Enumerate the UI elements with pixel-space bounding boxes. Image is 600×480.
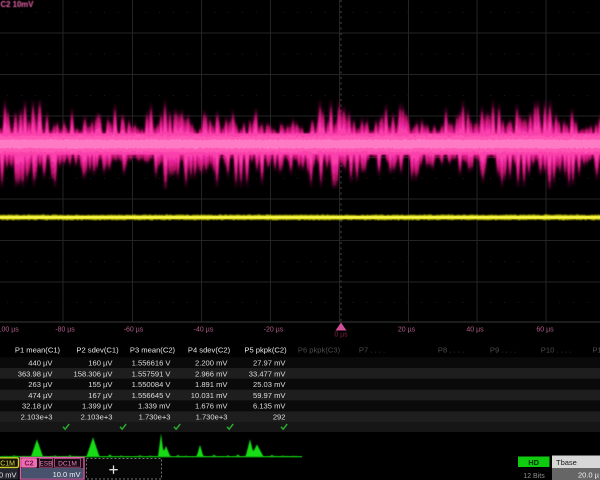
svg-text:1.399 µV: 1.399 µV (82, 402, 113, 411)
svg-text:-60 µs: -60 µs (124, 327, 144, 334)
svg-text:20.0 µ: 20.0 µ (578, 471, 600, 480)
svg-text:167 µV: 167 µV (88, 391, 113, 400)
svg-text:10.031 mV: 10.031 mV (191, 391, 229, 400)
svg-text:160 µV: 160 µV (88, 359, 113, 368)
svg-text:C1M: C1M (0, 461, 15, 468)
svg-text:DC1M: DC1M (58, 461, 77, 468)
svg-text:20 µs: 20 µs (398, 327, 416, 334)
svg-text:-40 µs: -40 µs (194, 327, 214, 334)
svg-text:P4 sdev(C2): P4 sdev(C2) (188, 346, 231, 355)
svg-text:1.557591 V: 1.557591 V (132, 369, 172, 378)
svg-text:32.18 µV: 32.18 µV (22, 402, 53, 411)
svg-text:P9 . . . .: P9 . . . . (490, 346, 516, 355)
svg-text:P7 . . . .: P7 . . . . (359, 346, 385, 355)
svg-text:1.730e+3: 1.730e+3 (139, 413, 171, 422)
svg-text:P10 . . . .: P10 . . . . (541, 346, 571, 355)
svg-text:-100 µs: -100 µs (0, 327, 19, 334)
svg-text:158.306 µV: 158.306 µV (74, 369, 114, 378)
svg-text:440 µV: 440 µV (28, 359, 53, 368)
svg-text:P8 . . . .: P8 . . . . (438, 346, 464, 355)
svg-text:25.03 mV: 25.03 mV (253, 380, 286, 389)
svg-text:P2 sdev(C1): P2 sdev(C1) (76, 346, 119, 355)
svg-text:1.339 mV: 1.339 mV (138, 402, 171, 411)
svg-text:2.103e+3: 2.103e+3 (81, 413, 113, 422)
svg-text:1.556645 V: 1.556645 V (132, 391, 172, 400)
svg-text:27.97 mV: 27.97 mV (253, 359, 286, 368)
svg-text:-80 µs: -80 µs (55, 327, 75, 334)
svg-text:40 µs: 40 µs (466, 327, 484, 334)
svg-text:59.97 mV: 59.97 mV (253, 391, 286, 400)
svg-text:1.550084 V: 1.550084 V (132, 380, 172, 389)
svg-text:ESB: ESB (39, 461, 53, 468)
svg-text:-20 µs: -20 µs (264, 327, 284, 334)
svg-text:0 µs: 0 µs (334, 332, 348, 339)
svg-text:263 µV: 263 µV (28, 380, 53, 389)
svg-text:2.966 mV: 2.966 mV (195, 369, 228, 378)
svg-text:60 µs: 60 µs (536, 327, 554, 334)
svg-text:292: 292 (273, 413, 286, 422)
svg-text:P1 mean(C1): P1 mean(C1) (15, 346, 61, 355)
svg-text:P1: P1 (592, 346, 600, 355)
svg-text:6.135 mV: 6.135 mV (253, 402, 286, 411)
svg-text:P3 mean(C2): P3 mean(C2) (130, 346, 176, 355)
svg-text:2.103e+3: 2.103e+3 (21, 413, 53, 422)
svg-text:363.98 µV: 363.98 µV (18, 369, 54, 378)
svg-text:33.477 mV: 33.477 mV (249, 369, 287, 378)
svg-text:Tbase: Tbase (556, 458, 577, 467)
svg-text:1.676 mV: 1.676 mV (195, 402, 228, 411)
svg-text:1.891 mV: 1.891 mV (195, 380, 228, 389)
svg-text:1.730e+3: 1.730e+3 (196, 413, 228, 422)
svg-text:2.200 mV: 2.200 mV (195, 359, 228, 368)
svg-text:474 µV: 474 µV (28, 391, 53, 400)
svg-text:HD: HD (528, 458, 539, 467)
svg-text:P6 pkpk(C3): P6 pkpk(C3) (298, 346, 341, 355)
svg-text:C2: C2 (25, 461, 34, 468)
svg-text:12 Bits: 12 Bits (523, 473, 545, 480)
svg-text:10.0 mV: 10.0 mV (53, 470, 81, 479)
svg-text:P5 pkpk(C2): P5 pkpk(C2) (244, 346, 287, 355)
svg-text:155 µV: 155 µV (88, 380, 113, 389)
svg-text:1.556616 V: 1.556616 V (132, 359, 172, 368)
svg-text:C2 10mV: C2 10mV (1, 0, 35, 9)
svg-text:0 mV: 0 mV (0, 471, 17, 480)
